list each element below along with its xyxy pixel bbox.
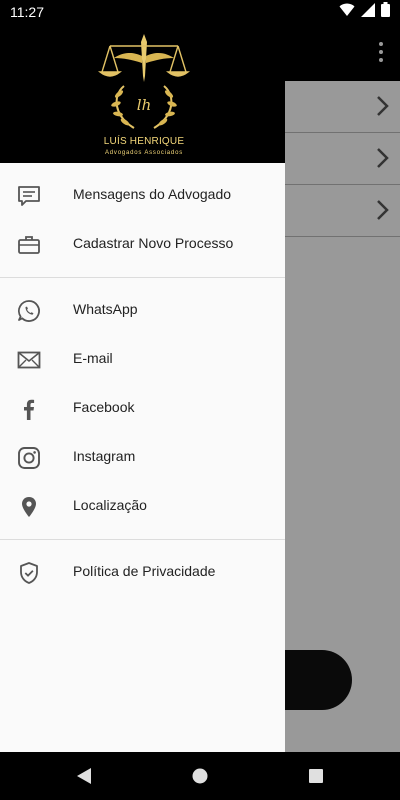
menu-item-whatsapp[interactable]: WhatsApp [0, 286, 285, 335]
facebook-icon [16, 396, 42, 422]
wifi-icon [339, 3, 355, 22]
menu-item-label: E-mail [73, 350, 113, 366]
menu-item-new-process[interactable]: Cadastrar Novo Processo [0, 220, 285, 269]
battery-icon [381, 2, 390, 22]
menu-item-label: Localização [73, 497, 147, 513]
status-icons [339, 2, 390, 22]
drawer-header: lh LUÍS HENRIQUE Advogados Associados [0, 24, 285, 163]
home-icon[interactable] [190, 766, 210, 786]
menu-item-email[interactable]: E-mail [0, 335, 285, 384]
back-icon[interactable] [74, 766, 94, 786]
instagram-icon [16, 445, 42, 471]
system-nav-bar [0, 752, 400, 800]
menu-group-primary: Mensagens do Advogado Cadastrar Novo Pro… [0, 163, 285, 269]
menu-item-privacy-policy[interactable]: Política de Privacidade [0, 548, 285, 597]
menu-item-label: Mensagens do Advogado [73, 186, 232, 202]
recents-icon[interactable] [306, 766, 326, 786]
law-firm-logo: lh LUÍS HENRIQUE Advogados Associados [90, 32, 198, 160]
mail-icon [16, 347, 42, 373]
location-icon [16, 494, 42, 520]
menu-item-label: Política de Privacidade [73, 563, 216, 579]
menu-item-lawyer-messages[interactable]: Mensagens do Advogado [0, 171, 285, 220]
status-time: 11:27 [10, 4, 44, 20]
shield-check-icon [16, 560, 42, 586]
menu-item-location[interactable]: Localização [0, 482, 285, 531]
status-bar: 11:27 [0, 0, 400, 24]
menu-item-label: Instagram [73, 448, 136, 464]
menu-item-label: Cadastrar Novo Processo [73, 235, 234, 251]
screen: 11:27 001 002 [0, 0, 400, 800]
firm-name: LUÍS HENRIQUE [103, 136, 185, 147]
signal-icon [361, 2, 375, 22]
menu-item-instagram[interactable]: Instagram [0, 433, 285, 482]
navigation-drawer: lh LUÍS HENRIQUE Advogados Associados Me… [0, 24, 285, 752]
menu-group-legal: Política de Privacidade [0, 540, 285, 597]
menu-item-label: WhatsApp [73, 301, 138, 317]
svg-text:lh: lh [137, 96, 151, 114]
firm-subtitle: Advogados Associados [104, 150, 184, 156]
briefcase-icon [16, 232, 42, 258]
menu-item-label: Facebook [73, 399, 135, 415]
menu-item-facebook[interactable]: Facebook [0, 384, 285, 433]
message-icon [16, 183, 42, 209]
whatsapp-icon [16, 298, 42, 324]
scales-of-justice-icon: lh [98, 34, 190, 129]
menu-group-contact: WhatsApp E-mail Facebook Instagram Local… [0, 278, 285, 531]
